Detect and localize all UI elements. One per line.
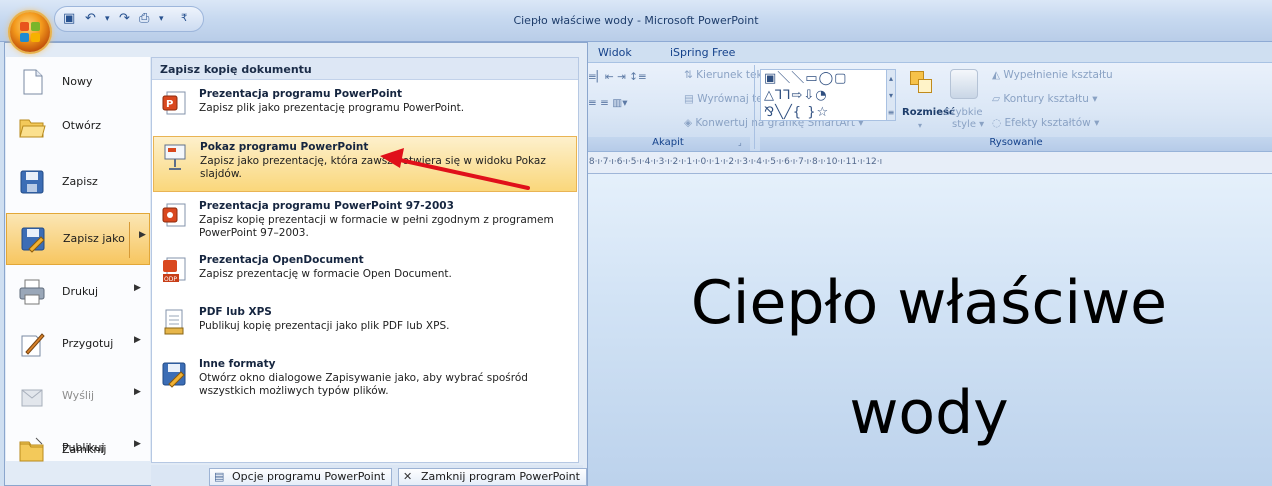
exit-powerpoint-button[interactable]: ✕ Zamknij program PowerPoint <box>398 468 587 486</box>
dialog-launcher-icon[interactable]: ⌟ <box>738 138 742 147</box>
save-as-submenu: Zapisz kopię dokumentu P Prezentacja pro… <box>151 57 579 463</box>
submenu-arrow-icon: ▶ <box>134 283 141 293</box>
save-option-title: Prezentacja programu PowerPoint <box>199 88 403 100</box>
menu-label-save-as: Zapisz jako <box>63 232 125 245</box>
tab-widok[interactable]: Widok <box>598 46 632 59</box>
title-bar: ▣ ↶ ▾ ↷ ⎙ ▾ ₹ Ciepło właściwe wody - Mic… <box>0 0 1272 42</box>
menu-item-close[interactable]: Zamknij <box>6 425 150 477</box>
pdf-xps-icon <box>164 309 184 335</box>
ppsx-icon <box>164 144 186 170</box>
quick-styles-label-2: style ▾ <box>952 119 985 130</box>
ppt-icon <box>162 203 186 227</box>
menu-label-close: Zamknij <box>62 443 107 456</box>
shape-effects-button[interactable]: ◌ Efekty kształtów ▾ <box>992 117 1099 129</box>
office-logo-icon <box>20 22 40 42</box>
save-as-icon <box>21 227 45 253</box>
office-menu-footer: ▤ Opcje programu PowerPoint ✕ Zamknij prog… <box>151 465 587 486</box>
slide-title-line-2[interactable]: wody <box>586 378 1272 448</box>
menu-label-print: Drukuj <box>62 285 99 298</box>
arrange-dropdown-icon[interactable]: ▾ <box>918 121 922 130</box>
save-option-other-formats[interactable]: Inne formaty Otwórz okno dialogowe Zapis… <box>153 354 577 414</box>
slide-workarea: Ciepło właściwe wody <box>586 174 1272 486</box>
menu-item-save-as[interactable]: Zapisz jako ▶ <box>6 213 150 265</box>
menu-label-prepare: Przygotuj <box>62 337 114 350</box>
save-option-desc: Zapisz prezentację w formacie Open Docum… <box>199 268 452 280</box>
save-option-title: PDF lub XPS <box>199 306 272 318</box>
other-formats-icon <box>162 362 186 388</box>
save-option-odp[interactable]: ODP Prezentacja OpenDocument Zapisz prez… <box>153 250 577 306</box>
save-option-desc: Zapisz kopię prezentacji w formacie w pe… <box>199 214 554 239</box>
shape-outline-button[interactable]: ▱ Kontury kształtu ▾ <box>992 93 1097 105</box>
save-option-title: Inne formaty <box>199 358 276 370</box>
menu-item-print[interactable]: Drukuj ▶ <box>6 267 150 319</box>
svg-text:ODP: ODP <box>164 276 177 283</box>
arrange-icon[interactable] <box>906 69 938 99</box>
save-option-title: Prezentacja OpenDocument <box>199 254 364 266</box>
save-option-desc: Zapisz plik jako prezentację programu Po… <box>199 102 465 114</box>
gallery-scroll[interactable]: ▴ ▾ ≡ <box>886 69 896 121</box>
ribbon: ≡▏⇤ ⇥ ↕≡ ≡ ≡ ▥▾ ⇅ Kierunek tekstu ▾ ▤ Wy… <box>586 62 1272 152</box>
save-option-desc: Zapisz jako prezentację, która zawsze ot… <box>200 155 546 180</box>
shape-fill-button[interactable]: ◭ Wypełnienie kształtu <box>992 69 1113 81</box>
close-icon: ✕ <box>403 470 413 483</box>
menu-label-open: Otwórz <box>62 119 101 132</box>
save-option-ppsx[interactable]: Pokaz programu PowerPoint Zapisz jako pr… <box>153 136 577 192</box>
office-menu: Nowy Otwórz Zapisz Zapisz jako ▶ Drukuj … <box>4 42 588 486</box>
submenu-arrow-icon: ▶ <box>134 387 141 397</box>
save-icon <box>20 170 44 194</box>
print-icon <box>19 279 45 305</box>
separator <box>754 65 755 149</box>
quick-styles-button[interactable]: Szybkie <box>944 107 983 118</box>
odp-icon: ODP <box>163 257 186 283</box>
powerpoint-window: ▣ ↶ ▾ ↷ ⎙ ▾ ₹ Ciepło właściwe wody - Mic… <box>0 0 1272 486</box>
powerpoint-options-button[interactable]: ▤ Opcje programu PowerPoint <box>209 468 393 486</box>
save-option-title: Pokaz programu PowerPoint <box>200 141 369 153</box>
new-document-icon <box>23 69 43 95</box>
menu-label-send: Wyślij <box>62 389 95 402</box>
quick-styles-icon[interactable] <box>950 69 978 99</box>
submenu-header: Zapisz kopię dokumentu <box>152 58 578 80</box>
menu-item-send: Wyślij ▶ <box>6 371 150 423</box>
prepare-icon <box>21 333 45 357</box>
options-icon: ▤ <box>214 470 225 483</box>
indent-decrease-icon[interactable]: ≡▏⇤ ⇥ ↕≡ <box>588 71 647 83</box>
menu-item-prepare[interactable]: Przygotuj ▶ <box>6 319 150 371</box>
paragraph-group-label: Akapit <box>586 137 750 151</box>
submenu-arrow-icon: ▶ <box>139 230 146 240</box>
office-button[interactable] <box>10 12 50 52</box>
open-folder-icon <box>19 119 46 138</box>
save-option-ppt-97[interactable]: Prezentacja programu PowerPoint 97-2003 … <box>153 196 577 252</box>
horizontal-ruler[interactable]: ·8·ı·7·ı·6·ı·5·ı·4·ı·3·ı·2·ı·1·ı·0·ı·1·ı… <box>586 152 1272 174</box>
menu-item-save[interactable]: Zapisz <box>6 157 150 209</box>
shapes-gallery[interactable]: ▣＼＼▭◯▢ △⅂⅂⇨⇩◔ ⅋╲╱{ }☆ <box>760 69 888 121</box>
slide-title-line-1[interactable]: Ciepło właściwe <box>586 268 1272 338</box>
svg-text:P: P <box>166 99 173 110</box>
menu-item-open[interactable]: Otwórz <box>6 101 150 153</box>
menu-label-save: Zapisz <box>62 175 98 188</box>
drawing-group-label: Rysowanie <box>760 137 1272 151</box>
save-option-desc: Publikuj kopię prezentacji jako plik PDF… <box>199 320 450 332</box>
close-folder-icon <box>19 437 44 462</box>
window-title: Ciepło właściwe wody - Microsoft PowerPo… <box>513 14 759 27</box>
save-option-title: Prezentacja programu PowerPoint 97-2003 <box>199 200 454 212</box>
split-divider <box>129 222 130 258</box>
tab-ispring[interactable]: iSpring Free <box>670 46 735 59</box>
save-option-pdf-xps[interactable]: PDF lub XPS Publikuj kopię prezentacji j… <box>153 302 577 358</box>
save-option-desc: Otwórz okno dialogowe Zapisywanie jako, … <box>199 372 528 397</box>
submenu-arrow-icon: ▶ <box>134 335 141 345</box>
slide[interactable]: Ciepło właściwe wody <box>586 174 1272 486</box>
save-option-pptx[interactable]: P Prezentacja programu PowerPoint Zapisz… <box>153 84 577 140</box>
office-menu-commands: Nowy Otwórz Zapisz Zapisz jako ▶ Drukuj … <box>6 57 150 461</box>
menu-label-new: Nowy <box>62 75 93 88</box>
pptx-icon: P <box>162 91 186 115</box>
align-justify-icon[interactable]: ≡ ≡ ▥▾ <box>588 97 627 109</box>
send-icon <box>21 389 43 407</box>
